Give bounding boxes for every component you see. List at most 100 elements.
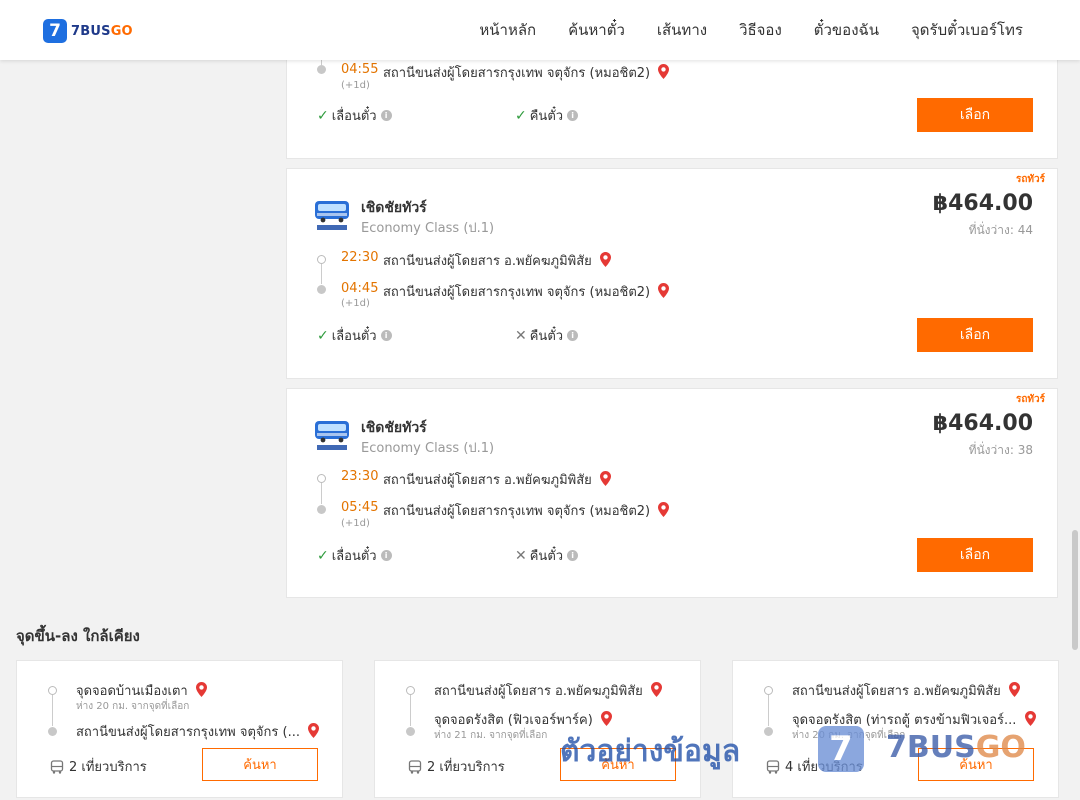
select-trip-button[interactable]: เลือก	[917, 538, 1033, 572]
nearby-section-title: จุดขึ้น-ลง ใกล้เคียง	[16, 627, 140, 645]
select-trip-button[interactable]: เลือก	[917, 318, 1033, 352]
nav-pickup-points[interactable]: จุดรับตั๋วเบอร์โทร	[911, 18, 1023, 42]
check-icon: ✓	[317, 107, 329, 124]
check-icon: ✓	[317, 327, 329, 344]
site-header: 7 7BUSGO หน้าหลัก ค้นหาตั๋ว เส้นทาง วิธี…	[0, 0, 1080, 60]
cross-icon: ✕	[515, 547, 527, 564]
trip-count: 2 เที่ยวบริการ	[50, 756, 147, 777]
to-dot	[764, 727, 773, 736]
route-line	[410, 695, 411, 726]
refund-policy: ✕ คืนตั๋ว i	[515, 325, 579, 346]
seats-available: ที่นั่งว่าง: 38	[968, 443, 1033, 457]
arrive-time: 04:45	[341, 281, 379, 296]
arrive-station: สถานีขนส่งผู้โดยสารกรุงเทพ จตุจักร (หมอช…	[383, 281, 670, 302]
depart-station: สถานีขนส่งผู้โดยสาร อ.พยัคฆภูมิพิสัย	[383, 250, 611, 271]
location-pin-icon[interactable]	[1024, 711, 1036, 726]
to-station: จุดจอดรังสิต (ท่ารถตู้ ตรงข้ามฟิวเจอร์..…	[792, 709, 1036, 730]
depart-time: 23:30	[341, 469, 379, 484]
info-icon[interactable]: i	[567, 550, 579, 561]
nearby-route-card: จุดจอดบ้านเมืองเตา ห่าง 20 กม. จากจุดที่…	[16, 660, 343, 798]
refund-policy: ✕ คืนตั๋ว i	[515, 545, 579, 566]
check-icon: ✓	[317, 547, 329, 564]
check-icon: ✓	[515, 107, 527, 124]
to-dot	[406, 727, 415, 736]
search-button[interactable]: ค้นหา	[918, 748, 1034, 781]
site-logo[interactable]: 7 7BUSGO	[43, 19, 133, 43]
location-pin-icon[interactable]	[599, 252, 611, 267]
info-icon[interactable]: i	[567, 110, 579, 121]
operator-logo	[315, 421, 349, 450]
location-pin-icon[interactable]	[658, 64, 670, 79]
arrival-dot	[317, 65, 326, 74]
trip-count: 2 เที่ยวบริการ	[408, 756, 505, 777]
info-icon[interactable]: i	[380, 330, 392, 341]
location-pin-icon[interactable]	[195, 682, 207, 697]
search-button[interactable]: ค้นหา	[560, 748, 676, 781]
route-line	[321, 264, 322, 284]
nearby-route-card: สถานีขนส่งผู้โดยสาร อ.พยัคฆภูมิพิสัย จุด…	[732, 660, 1059, 798]
arrive-station: สถานีขนส่งผู้โดยสารกรุงเทพ จตุจักร (หมอช…	[383, 500, 670, 521]
to-station: จุดจอดรังสิต (ฟิวเจอร์พาร์ค)	[434, 709, 612, 730]
bus-icon	[408, 759, 422, 774]
logo-mark: 7	[43, 19, 67, 43]
bus-type-label: รถทัวร์	[1015, 174, 1045, 185]
reschedule-policy: ✓ เลื่อนตั๋ว i	[317, 325, 392, 346]
bus-icon	[766, 759, 780, 774]
main-nav: หน้าหลัก ค้นหาตั๋ว เส้นทาง วิธีจอง ตั๋วข…	[479, 0, 1023, 60]
operator-logo	[315, 201, 349, 230]
from-station: จุดจอดบ้านเมืองเตา	[76, 680, 207, 701]
seats-available: ที่นั่งว่าง: 44	[968, 223, 1033, 237]
from-station: สถานีขนส่งผู้โดยสาร อ.พยัคฆภูมิพิสัย	[434, 680, 662, 701]
location-pin-icon[interactable]	[308, 723, 320, 738]
location-pin-icon[interactable]	[599, 471, 611, 486]
arrive-time: 05:45	[341, 500, 379, 515]
seat-class: Economy Class (ป.1)	[361, 221, 495, 236]
next-day-note: (+1d)	[341, 518, 370, 529]
info-icon[interactable]: i	[380, 110, 392, 121]
location-pin-icon[interactable]	[658, 502, 670, 517]
location-pin-icon[interactable]	[600, 711, 612, 726]
nav-my-tickets[interactable]: ตั๋วของฉัน	[814, 18, 879, 42]
to-distance: ห่าง 21 กม. จากจุดที่เลือก	[434, 730, 548, 741]
operator-name: เชิดชัยทัวร์	[361, 200, 427, 216]
bus-icon	[50, 759, 64, 774]
location-pin-icon[interactable]	[650, 682, 662, 697]
info-icon[interactable]: i	[567, 330, 579, 341]
select-trip-button[interactable]: เลือก	[917, 98, 1033, 132]
bus-type-label: รถทัวร์	[1015, 394, 1045, 405]
departure-dot	[317, 474, 326, 483]
from-distance: ห่าง 20 กม. จากจุดที่เลือก	[76, 701, 190, 712]
next-day-note: (+1d)	[341, 80, 370, 91]
trip-price: ฿464.00	[932, 191, 1033, 216]
search-button[interactable]: ค้นหา	[202, 748, 318, 781]
nav-routes[interactable]: เส้นทาง	[657, 18, 707, 42]
departure-dot	[317, 255, 326, 264]
operator-name: เชิดชัยทัวร์	[361, 420, 427, 436]
arrive-time: 04:55	[341, 62, 379, 77]
scrollbar-thumb[interactable]	[1072, 530, 1078, 650]
nav-search-tickets[interactable]: ค้นหาตั๋ว	[568, 18, 625, 42]
nav-how-to-book[interactable]: วิธีจอง	[739, 18, 782, 42]
seat-class: Economy Class (ป.1)	[361, 441, 495, 456]
trip-count: 4 เที่ยวบริการ	[766, 756, 863, 777]
location-pin-icon[interactable]	[658, 283, 670, 298]
to-distance: ห่าง 20 กม. จากจุดที่เลือก	[792, 730, 906, 741]
info-icon[interactable]: i	[380, 550, 392, 561]
depart-station: สถานีขนส่งผู้โดยสาร อ.พยัคฆภูมิพิสัย	[383, 469, 611, 490]
cross-icon: ✕	[515, 327, 527, 344]
to-station: สถานีขนส่งผู้โดยสารกรุงเทพ จตุจักร (...	[76, 721, 320, 742]
arrive-station: สถานีขนส่งผู้โดยสารกรุงเทพ จตุจักร (หมอช…	[383, 62, 670, 83]
location-pin-icon[interactable]	[1008, 682, 1020, 697]
route-line	[52, 695, 53, 726]
nearby-route-card: สถานีขนส่งผู้โดยสาร อ.พยัคฆภูมิพิสัย จุด…	[374, 660, 701, 798]
trip-card: รถทัวร์ เชิดชัยทัวร์ Economy Class (ป.1)…	[286, 388, 1058, 598]
from-station: สถานีขนส่งผู้โดยสาร อ.พยัคฆภูมิพิสัย	[792, 680, 1020, 701]
arrival-dot	[317, 505, 326, 514]
to-dot	[48, 727, 57, 736]
logo-brand: 7BUSGO	[71, 23, 133, 39]
route-line	[321, 483, 322, 504]
depart-time: 22:30	[341, 250, 379, 265]
nav-home[interactable]: หน้าหลัก	[479, 18, 536, 42]
reschedule-policy: ✓ เลื่อนตั๋ว i	[317, 105, 392, 126]
arrival-dot	[317, 285, 326, 294]
